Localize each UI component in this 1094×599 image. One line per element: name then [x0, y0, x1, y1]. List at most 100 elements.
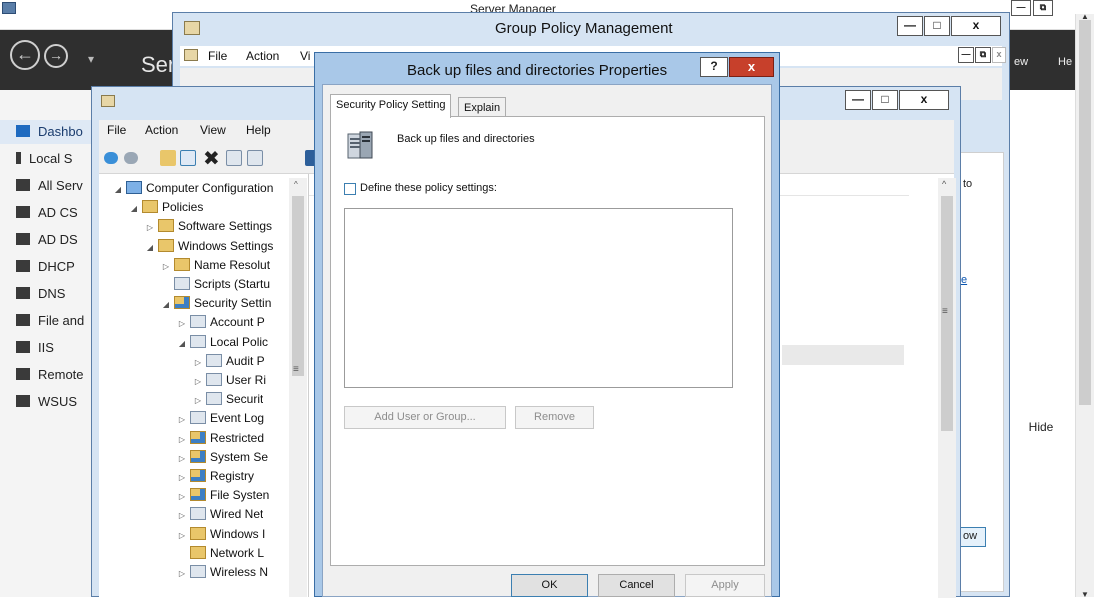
cancel-button[interactable]: Cancel	[598, 574, 675, 597]
scroll-down-icon[interactable]: ▼	[1081, 590, 1089, 599]
tree-item[interactable]: ▷ Restricted	[177, 429, 264, 448]
gpme-maximize-button[interactable]: □	[872, 90, 898, 110]
expanded-arrow-icon[interactable]: ◢	[161, 295, 171, 313]
scrollbar-thumb[interactable]	[1079, 20, 1091, 405]
expanded-arrow-icon[interactable]: ◢	[177, 334, 187, 352]
ok-button[interactable]: OK	[511, 574, 588, 597]
tree-item[interactable]: ▷ System Se	[177, 448, 268, 467]
gpm-minimize-button[interactable]: —	[897, 16, 923, 36]
collapsed-arrow-icon[interactable]: ▷	[145, 218, 155, 236]
tree-scrollbar[interactable]: ^ ≡	[289, 178, 307, 597]
collapsed-arrow-icon[interactable]: ▷	[177, 526, 187, 544]
define-policy-checkbox[interactable]	[344, 183, 356, 195]
gpm-show-button[interactable]: ow	[958, 527, 986, 547]
tree-item[interactable]: ▷ Audit P	[193, 352, 265, 371]
tree-item[interactable]: ▷ Name Resolut	[161, 256, 270, 275]
expanded-arrow-icon[interactable]: ◢	[129, 199, 139, 217]
gpm-app-icon	[184, 21, 200, 35]
apply-button[interactable]: Apply	[685, 574, 765, 597]
collapsed-arrow-icon[interactable]: ▷	[177, 430, 187, 448]
tree-item[interactable]: ◢ Local Polic	[177, 333, 268, 352]
gpm-inner-minimize-button[interactable]: —	[958, 47, 974, 63]
gpme-minimize-button[interactable]: —	[845, 90, 871, 110]
gpme-menu-view[interactable]: View	[200, 123, 226, 137]
tree-scroll-up-icon[interactable]: ^	[294, 180, 298, 189]
tree-item[interactable]: ◢ Windows Settings	[145, 237, 273, 256]
dialog-help-button[interactable]: ?	[700, 57, 728, 77]
tree-item[interactable]: ◢ Security Settin	[161, 294, 271, 313]
up-folder-icon[interactable]	[160, 150, 176, 166]
minimize-icon[interactable]: —	[1011, 0, 1031, 16]
tree-item[interactable]: Network L	[177, 544, 264, 563]
tree-item[interactable]: ▷ Event Log	[177, 409, 264, 428]
tree-item[interactable]: ▷ Wired Net	[177, 505, 263, 524]
tree-item[interactable]: ◢ Policies	[129, 198, 203, 217]
properties-icon[interactable]	[226, 150, 242, 166]
show-hide-tree-icon[interactable]	[180, 150, 196, 166]
tree-scrollbar-thumb[interactable]	[292, 196, 304, 376]
collapsed-arrow-icon[interactable]: ▷	[193, 391, 203, 409]
collapsed-arrow-icon[interactable]: ▷	[161, 257, 171, 275]
collapsed-arrow-icon[interactable]: ▷	[193, 372, 203, 390]
tree-item[interactable]: ▷ Wireless N	[177, 563, 268, 582]
tree-item[interactable]: ▷ Registry	[177, 467, 254, 486]
security-folder-icon	[190, 488, 206, 502]
tree-item[interactable]: ▷ File Systen	[177, 486, 269, 505]
tree-item[interactable]: ▷ Securit	[193, 390, 263, 409]
tree-item-label: Scripts (Startu	[194, 277, 271, 291]
restore-icon[interactable]: ⧉	[1033, 0, 1053, 16]
expanded-arrow-icon[interactable]: ◢	[145, 238, 155, 256]
gpme-menu-action[interactable]: Action	[145, 123, 178, 137]
details-scrollbar[interactable]: ^ ≡	[938, 178, 956, 598]
back-icon[interactable]	[104, 152, 118, 164]
scroll-up-icon[interactable]: ▲	[1081, 12, 1089, 21]
help-menu[interactable]: He	[1058, 56, 1072, 68]
dialog-close-button[interactable]: x	[729, 57, 774, 77]
remove-button[interactable]: Remove	[515, 406, 594, 429]
collapsed-arrow-icon[interactable]: ▷	[177, 410, 187, 428]
gpm-menu-file[interactable]: File	[208, 49, 227, 63]
tree-item[interactable]: ◢ Computer Configuration	[113, 179, 273, 198]
gpm-maximize-button[interactable]: □	[924, 16, 950, 36]
back-arrow-icon[interactable]: ←	[10, 40, 40, 70]
tree-item-label: Account P	[210, 315, 265, 330]
collapsed-arrow-icon[interactable]: ▷	[193, 353, 203, 371]
gpm-inner-close-button[interactable]: x	[992, 47, 1006, 63]
collapsed-arrow-icon[interactable]: ▷	[177, 564, 187, 582]
folder-icon	[174, 257, 190, 271]
collapsed-arrow-icon[interactable]: ▷	[177, 449, 187, 467]
gpm-menu-action[interactable]: Action	[246, 49, 279, 63]
tab-security-policy-setting[interactable]: Security Policy Setting	[330, 94, 452, 118]
gpm-link-fragment[interactable]: e	[961, 274, 967, 286]
details-scroll-up-icon[interactable]: ^	[942, 179, 946, 189]
export-list-icon[interactable]	[247, 150, 263, 166]
tree-item[interactable]: ▷ Windows I	[177, 525, 265, 544]
gpme-menu-file[interactable]: File	[107, 123, 126, 137]
collapsed-arrow-icon[interactable]: ▷	[177, 487, 187, 505]
collapsed-arrow-icon[interactable]: ▷	[177, 314, 187, 332]
gpme-close-button[interactable]: x	[899, 90, 949, 110]
forward-icon[interactable]	[124, 152, 138, 164]
collapsed-arrow-icon[interactable]: ▷	[177, 468, 187, 486]
users-groups-list[interactable]	[344, 208, 733, 388]
history-dropdown-icon[interactable]: ▾	[88, 52, 94, 66]
view-menu[interactable]: ew	[1014, 56, 1028, 68]
define-policy-label[interactable]: Define these policy settings:	[360, 182, 497, 194]
tree-item[interactable]: ▷ Account P	[177, 313, 265, 332]
expanded-arrow-icon[interactable]: ◢	[113, 180, 123, 198]
collapsed-arrow-icon[interactable]: ▷	[177, 506, 187, 524]
tree-item-label: User Ri	[226, 373, 267, 387]
tree-item[interactable]: Scripts (Startu	[161, 275, 270, 294]
gpm-menu-view[interactable]: Vi	[300, 49, 310, 63]
gpm-inner-restore-button[interactable]: ⧉	[975, 47, 991, 63]
tree-item[interactable]: ▷ Software Settings	[145, 217, 272, 236]
tree-item[interactable]: ▷ User Ri	[193, 371, 266, 390]
hide-link[interactable]: Hide	[1010, 420, 1072, 440]
gpme-menu-help[interactable]: Help	[246, 123, 271, 137]
server-manager-scrollbar[interactable]: ▼ ▲	[1075, 12, 1094, 599]
gpme-selected-row[interactable]	[782, 345, 904, 365]
delete-icon[interactable]: ✖	[203, 146, 220, 171]
add-user-or-group-button[interactable]: Add User or Group...	[344, 406, 506, 429]
gpm-close-button[interactable]: x	[951, 16, 1001, 36]
forward-arrow-icon[interactable]: →	[44, 44, 68, 68]
